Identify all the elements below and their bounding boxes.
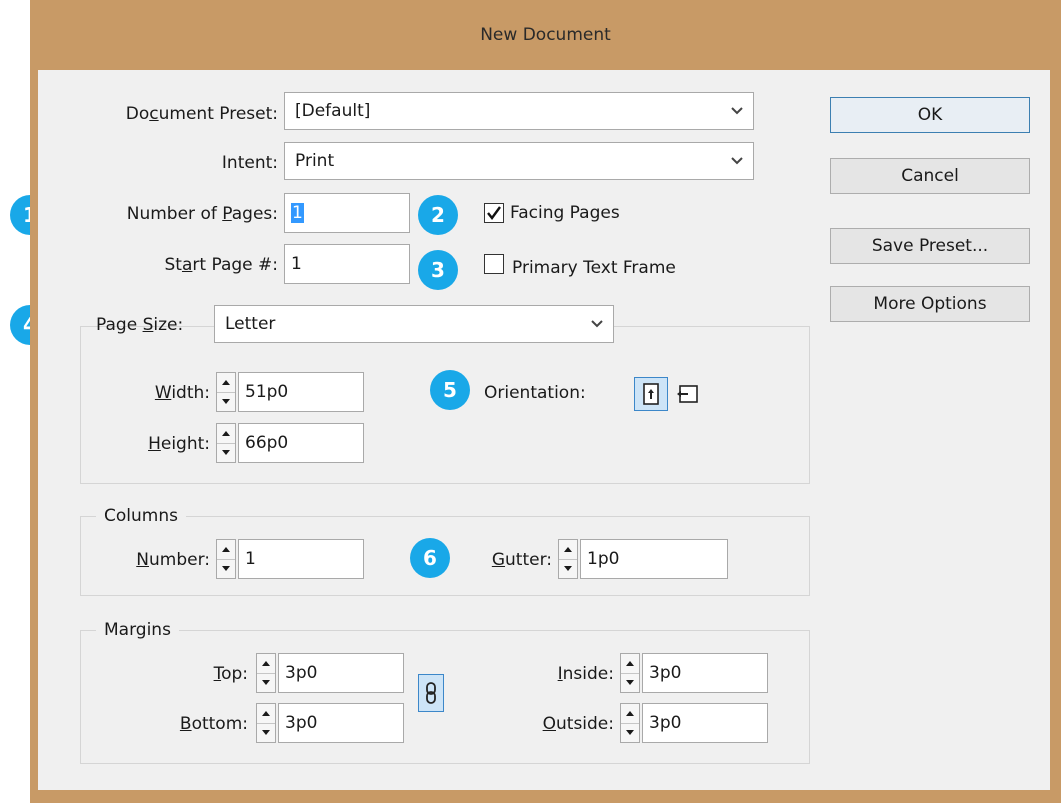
- orientation-label: Orientation:: [484, 383, 586, 403]
- chevron-down-icon: [729, 93, 745, 129]
- number-label: Number:: [136, 550, 210, 570]
- arrow-down-icon[interactable]: [257, 674, 275, 693]
- gutter-input[interactable]: 1p0: [580, 539, 728, 579]
- outside-value: 3p0: [649, 713, 682, 733]
- chevron-down-icon: [729, 143, 745, 179]
- page-size-value: Letter: [225, 314, 276, 334]
- landscape-page-icon: [677, 385, 698, 403]
- number-of-pages-input[interactable]: 1: [284, 193, 410, 233]
- document-preset-select[interactable]: [Default]: [284, 92, 754, 130]
- start-page-value: 1: [291, 254, 302, 274]
- callout-badge-3: 3: [418, 250, 458, 290]
- number-stepper[interactable]: [216, 539, 236, 579]
- top-label: Top:: [213, 664, 248, 684]
- landscape-orientation-button[interactable]: [670, 377, 704, 411]
- ok-button[interactable]: OK: [830, 97, 1030, 133]
- arrow-up-icon[interactable]: [217, 373, 235, 393]
- arrow-up-icon[interactable]: [217, 540, 235, 560]
- height-stepper[interactable]: [216, 423, 236, 463]
- top-stepper[interactable]: [256, 653, 276, 693]
- width-input[interactable]: 51p0: [238, 372, 364, 412]
- inside-stepper[interactable]: [620, 653, 640, 693]
- chain-link-icon: [426, 682, 436, 704]
- page-size-label: Page Size:: [96, 315, 184, 335]
- chevron-down-icon: [589, 306, 605, 342]
- gutter-stepper[interactable]: [558, 539, 578, 579]
- arrow-down-icon[interactable]: [621, 724, 639, 743]
- intent-label: Intent:: [221, 153, 278, 173]
- inside-label: Inside:: [557, 664, 614, 684]
- document-preset-label: Document Preset:: [125, 104, 278, 124]
- checkmark-icon: [487, 206, 501, 220]
- link-margins-button[interactable]: [418, 674, 444, 712]
- bottom-input[interactable]: 3p0: [278, 703, 404, 743]
- callout-badge-2: 2: [418, 195, 458, 235]
- outside-stepper[interactable]: [620, 703, 640, 743]
- facing-pages-label[interactable]: Facing Pages: [510, 201, 620, 225]
- portrait-orientation-button[interactable]: [634, 377, 668, 411]
- gutter-value: 1p0: [587, 549, 620, 569]
- number-of-pages-label: Number of Pages:: [126, 204, 278, 224]
- arrow-down-icon[interactable]: [217, 393, 235, 412]
- outside-input[interactable]: 3p0: [642, 703, 768, 743]
- arrow-down-icon[interactable]: [217, 560, 235, 579]
- arrow-down-icon[interactable]: [621, 674, 639, 693]
- arrow-up-icon[interactable]: [217, 424, 235, 444]
- dialog-body: Document Preset: [Default] Intent: Print…: [38, 70, 1050, 790]
- height-input[interactable]: 66p0: [238, 423, 364, 463]
- intent-select[interactable]: Print: [284, 142, 754, 180]
- callout-badge-6: 6: [410, 538, 450, 578]
- top-input[interactable]: 3p0: [278, 653, 404, 693]
- margins-group: [80, 630, 810, 764]
- margins-legend: Margins: [96, 618, 179, 642]
- number-value: 1: [245, 549, 256, 569]
- bottom-value: 3p0: [285, 713, 318, 733]
- start-page-label: Start Page #:: [164, 255, 278, 275]
- bottom-label: Bottom:: [179, 714, 248, 734]
- number-input[interactable]: 1: [238, 539, 364, 579]
- arrow-down-icon[interactable]: [257, 724, 275, 743]
- intent-value: Print: [295, 151, 335, 171]
- cancel-button[interactable]: Cancel: [830, 158, 1030, 194]
- bottom-stepper[interactable]: [256, 703, 276, 743]
- arrow-up-icon[interactable]: [559, 540, 577, 560]
- callout-badge-5: 5: [430, 370, 470, 410]
- document-preset-value: [Default]: [295, 101, 371, 121]
- height-label: Height:: [148, 434, 210, 454]
- inside-value: 3p0: [649, 663, 682, 683]
- facing-pages-checkbox[interactable]: [484, 203, 504, 223]
- top-value: 3p0: [285, 663, 318, 683]
- dialog-title: New Document: [480, 25, 611, 45]
- page-size-select[interactable]: Letter: [214, 305, 614, 343]
- arrow-down-icon[interactable]: [217, 444, 235, 463]
- dialog-window: New Document Document Preset: [Default] …: [30, 0, 1061, 803]
- arrow-up-icon[interactable]: [257, 704, 275, 724]
- primary-text-frame-checkbox[interactable]: [484, 254, 504, 274]
- save-preset-button[interactable]: Save Preset...: [830, 228, 1030, 264]
- height-value: 66p0: [245, 433, 289, 453]
- arrow-up-icon[interactable]: [621, 654, 639, 674]
- width-stepper[interactable]: [216, 372, 236, 412]
- primary-text-frame-label[interactable]: Primary Text Frame: [512, 256, 676, 280]
- inside-input[interactable]: 3p0: [642, 653, 768, 693]
- arrow-down-icon[interactable]: [559, 560, 577, 579]
- width-label: Width:: [154, 383, 210, 403]
- more-options-button[interactable]: More Options: [830, 286, 1030, 322]
- width-value: 51p0: [245, 382, 289, 402]
- arrow-up-icon[interactable]: [257, 654, 275, 674]
- start-page-input[interactable]: 1: [284, 244, 410, 284]
- portrait-page-icon: [643, 383, 659, 405]
- outside-label: Outside:: [542, 714, 614, 734]
- columns-legend: Columns: [96, 504, 186, 528]
- arrow-up-icon[interactable]: [621, 704, 639, 724]
- number-of-pages-value: 1: [291, 203, 304, 223]
- gutter-label: Gutter:: [491, 550, 552, 570]
